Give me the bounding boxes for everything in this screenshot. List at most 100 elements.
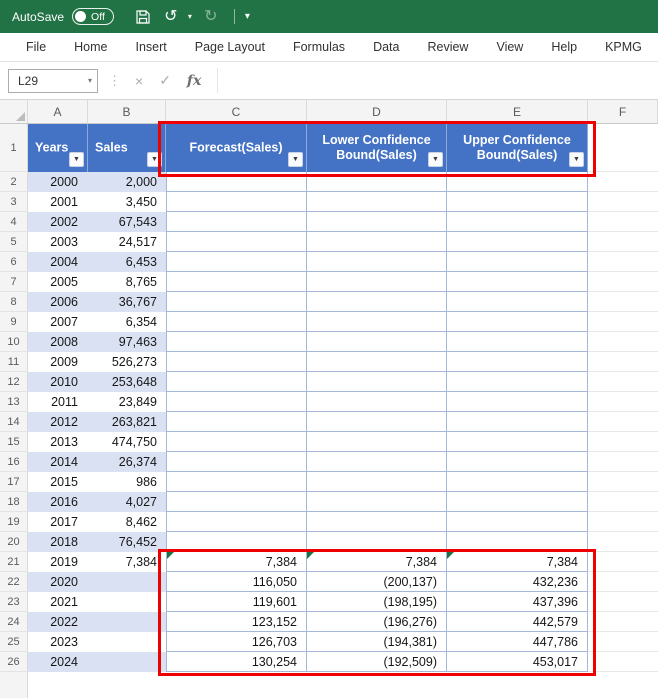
filter-button-sales[interactable]: ▼ <box>147 152 162 167</box>
cell-d19[interactable] <box>307 512 447 532</box>
row-header-6[interactable]: 6 <box>0 252 28 272</box>
cell-b2[interactable]: 2,000 <box>88 172 166 192</box>
filter-button-forecast[interactable]: ▼ <box>288 152 303 167</box>
cell-f3[interactable] <box>588 192 658 212</box>
cell-d2[interactable] <box>307 172 447 192</box>
cell-b25[interactable] <box>88 632 166 652</box>
cell-b13[interactable]: 23,849 <box>88 392 166 412</box>
cell-e20[interactable] <box>447 532 588 552</box>
cell-d11[interactable] <box>307 352 447 372</box>
cell-e7[interactable] <box>447 272 588 292</box>
cell-a12[interactable]: 2010 <box>28 372 88 392</box>
cell-a23[interactable]: 2021 <box>28 592 88 612</box>
menu-item-home[interactable]: Home <box>60 40 121 54</box>
cell-c7[interactable] <box>166 272 307 292</box>
cell-f26[interactable] <box>588 652 658 672</box>
cell-e3[interactable] <box>447 192 588 212</box>
cell-c24[interactable]: 123,152 <box>166 612 307 632</box>
cell-f8[interactable] <box>588 292 658 312</box>
cell-b19[interactable]: 8,462 <box>88 512 166 532</box>
cell-c18[interactable] <box>166 492 307 512</box>
cell-e17[interactable] <box>447 472 588 492</box>
cancel-button[interactable]: × <box>135 73 143 89</box>
cell-e26[interactable]: 453,017 <box>447 652 588 672</box>
cell-f21[interactable] <box>588 552 658 572</box>
cell-a4[interactable]: 2002 <box>28 212 88 232</box>
cell-d23[interactable]: (198,195) <box>307 592 447 612</box>
row-header-21[interactable]: 21 <box>0 552 28 572</box>
cell-a17[interactable]: 2015 <box>28 472 88 492</box>
cell-c14[interactable] <box>166 412 307 432</box>
cell-b14[interactable]: 263,821 <box>88 412 166 432</box>
cell-a26[interactable]: 2024 <box>28 652 88 672</box>
row-header-8[interactable]: 8 <box>0 292 28 312</box>
cell-e16[interactable] <box>447 452 588 472</box>
autosave-toggle[interactable]: Off <box>72 8 114 25</box>
row-header-4[interactable]: 4 <box>0 212 28 232</box>
undo-button[interactable]: ↺ <box>160 6 182 28</box>
cell-f18[interactable] <box>588 492 658 512</box>
cell-d17[interactable] <box>307 472 447 492</box>
cell-f20[interactable] <box>588 532 658 552</box>
row-header-17[interactable]: 17 <box>0 472 28 492</box>
cell-c6[interactable] <box>166 252 307 272</box>
cell-e5[interactable] <box>447 232 588 252</box>
cell-c3[interactable] <box>166 192 307 212</box>
cell-d25[interactable]: (194,381) <box>307 632 447 652</box>
cell-e2[interactable] <box>447 172 588 192</box>
cell-c21[interactable]: 7,384 <box>166 552 307 572</box>
cell-f4[interactable] <box>588 212 658 232</box>
menu-item-kpmg[interactable]: KPMG <box>591 40 656 54</box>
cell-d24[interactable]: (196,276) <box>307 612 447 632</box>
row-header-13[interactable]: 13 <box>0 392 28 412</box>
cell-e12[interactable] <box>447 372 588 392</box>
row-header-11[interactable]: 11 <box>0 352 28 372</box>
table-header-lower-bound[interactable]: Lower Confidence Bound(Sales) ▼ <box>307 124 447 172</box>
cell-c20[interactable] <box>166 532 307 552</box>
cell-e23[interactable]: 437,396 <box>447 592 588 612</box>
cell-c10[interactable] <box>166 332 307 352</box>
undo-dropdown-icon[interactable]: ▾ <box>188 12 192 21</box>
cell-d8[interactable] <box>307 292 447 312</box>
quick-access-more-button[interactable]: ▾ <box>245 11 250 22</box>
row-header-16[interactable]: 16 <box>0 452 28 472</box>
cell-c13[interactable] <box>166 392 307 412</box>
cell-b20[interactable]: 76,452 <box>88 532 166 552</box>
cell-b6[interactable]: 6,453 <box>88 252 166 272</box>
cell-a19[interactable]: 2017 <box>28 512 88 532</box>
cell-a3[interactable]: 2001 <box>28 192 88 212</box>
row-header-9[interactable]: 9 <box>0 312 28 332</box>
cell-a8[interactable]: 2006 <box>28 292 88 312</box>
cell-f19[interactable] <box>588 512 658 532</box>
cell-f12[interactable] <box>588 372 658 392</box>
cell-a7[interactable]: 2005 <box>28 272 88 292</box>
cell-a20[interactable]: 2018 <box>28 532 88 552</box>
cell-c25[interactable]: 126,703 <box>166 632 307 652</box>
cell-a6[interactable]: 2004 <box>28 252 88 272</box>
row-header-23[interactable]: 23 <box>0 592 28 612</box>
cell-b21[interactable]: 7,384 <box>88 552 166 572</box>
cell-a18[interactable]: 2016 <box>28 492 88 512</box>
cell-f17[interactable] <box>588 472 658 492</box>
cell-c17[interactable] <box>166 472 307 492</box>
cell-b7[interactable]: 8,765 <box>88 272 166 292</box>
name-box[interactable]: L29 ▾ <box>8 68 98 93</box>
cell-e14[interactable] <box>447 412 588 432</box>
cell-b17[interactable]: 986 <box>88 472 166 492</box>
cell-a5[interactable]: 2003 <box>28 232 88 252</box>
cell-f9[interactable] <box>588 312 658 332</box>
cell-f22[interactable] <box>588 572 658 592</box>
cell-d12[interactable] <box>307 372 447 392</box>
row-header-10[interactable]: 10 <box>0 332 28 352</box>
cell-c9[interactable] <box>166 312 307 332</box>
cell-f24[interactable] <box>588 612 658 632</box>
table-header-years[interactable]: Years ▼ <box>28 124 88 172</box>
cell-d5[interactable] <box>307 232 447 252</box>
cell-b8[interactable]: 36,767 <box>88 292 166 312</box>
cell-d14[interactable] <box>307 412 447 432</box>
cell-e13[interactable] <box>447 392 588 412</box>
row-header-5[interactable]: 5 <box>0 232 28 252</box>
cell-a11[interactable]: 2009 <box>28 352 88 372</box>
filter-button-upper-bound[interactable]: ▼ <box>569 152 584 167</box>
cell-e6[interactable] <box>447 252 588 272</box>
